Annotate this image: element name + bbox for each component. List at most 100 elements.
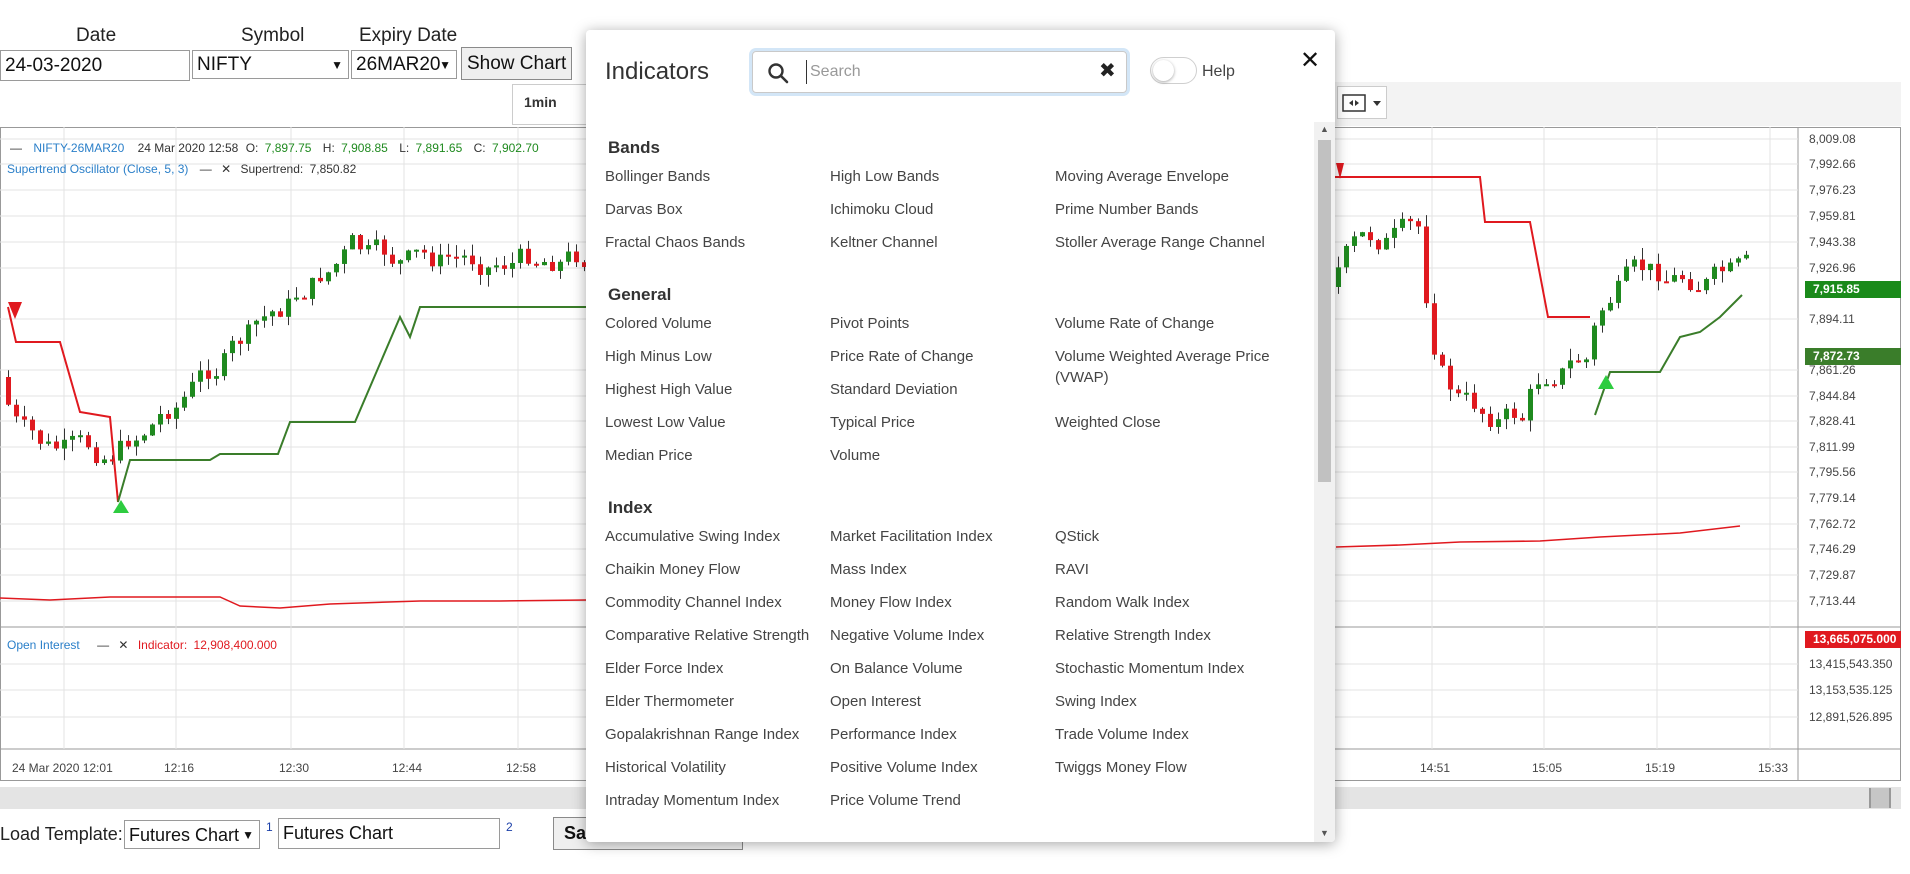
indicator-item[interactable]: Historical Volatility (605, 757, 825, 778)
indicator-item[interactable]: Price Rate of Change (830, 346, 1050, 367)
time-tick-label: 12:44 (392, 761, 422, 775)
candle-body (486, 267, 491, 275)
candle-body (1488, 413, 1493, 427)
close-icon[interactable]: ✕ (1300, 46, 1320, 74)
indicator-item[interactable]: Volume Rate of Change (1055, 313, 1275, 334)
chart-scroll-thumb[interactable] (1869, 788, 1891, 808)
indicator-item[interactable]: Darvas Box (605, 199, 825, 220)
indicator-item[interactable]: Standard Deviation (830, 379, 1050, 400)
date-input[interactable]: 24-03-2020 (0, 50, 190, 81)
oi-minimize-icon[interactable]: — (97, 638, 109, 652)
candle-body (1696, 290, 1701, 293)
scroll-down-icon[interactable]: ▼ (1320, 828, 1329, 838)
oi-label[interactable]: Open Interest (7, 638, 80, 652)
clear-search-icon[interactable]: ✖ (1099, 58, 1116, 82)
indicator-item[interactable]: Chaikin Money Flow (605, 559, 825, 580)
indicator-item[interactable]: Market Facilitation Index (830, 526, 1050, 547)
time-tick-label: 12:16 (164, 761, 194, 775)
indicator-item[interactable]: Comparative Relative Strength (605, 625, 825, 646)
indicator-item[interactable]: Colored Volume (605, 313, 825, 334)
indicator-item[interactable]: Twiggs Money Flow (1055, 757, 1275, 778)
study-minimize-icon[interactable]: — (200, 162, 212, 176)
indicator-item[interactable]: Positive Volume Index (830, 757, 1050, 778)
indicator-item[interactable]: Intraday Momentum Index (605, 790, 825, 811)
indicator-item[interactable]: Commodity Channel Index (605, 592, 825, 613)
indicator-item[interactable]: Negative Volume Index (830, 625, 1050, 646)
template-select[interactable]: Futures Chart ▼ (124, 820, 260, 849)
candle-body (126, 440, 131, 447)
indicator-item[interactable]: Highest High Value (605, 379, 825, 400)
indicator-item[interactable]: Stochastic Momentum Index (1055, 658, 1275, 679)
study-label[interactable]: Supertrend Oscillator (Close, 5, 3) (7, 162, 188, 176)
indicator-item[interactable]: Prime Number Bands (1055, 199, 1275, 220)
indicator-item[interactable]: Mass Index (830, 559, 1050, 580)
symbol-select[interactable]: NIFTY ▼ (192, 50, 349, 79)
expiry-select[interactable]: 26MAR20 ▼ (351, 50, 457, 79)
indicator-item[interactable]: Weighted Close (1055, 412, 1275, 433)
indicator-item[interactable]: Bollinger Bands (605, 166, 825, 187)
indicator-item[interactable]: Typical Price (830, 412, 1050, 433)
template-footnote-1: 1 (266, 820, 273, 834)
dialog-scroll-thumb[interactable] (1318, 140, 1331, 482)
indicator-item[interactable]: QStick (1055, 526, 1275, 547)
indicator-item[interactable]: Price Volume Trend (830, 790, 1050, 811)
price-tick-label: 7,762.72 (1809, 517, 1856, 531)
candle-body (1512, 408, 1517, 418)
indicator-item[interactable]: Elder Force Index (605, 658, 825, 679)
indicator-item[interactable]: Volume Weighted Average Price (VWAP) (1055, 346, 1275, 388)
candle-body (1624, 266, 1629, 281)
price-tick-label: 7,746.29 (1809, 542, 1856, 556)
candle-body (534, 263, 539, 266)
indicator-item[interactable]: Random Walk Index (1055, 592, 1275, 613)
candle-body (1672, 275, 1677, 282)
supertrend-up-line (1594, 294, 1743, 416)
candle-body (430, 252, 435, 267)
candle-body (174, 407, 179, 419)
indicator-item[interactable]: On Balance Volume (830, 658, 1050, 679)
indicator-item[interactable]: Gopalakrishnan Range Index (605, 724, 825, 745)
indicator-item[interactable]: Relative Strength Index (1055, 625, 1275, 646)
indicator-item[interactable]: RAVI (1055, 559, 1275, 580)
indicator-item[interactable]: Performance Index (830, 724, 1050, 745)
oi-remove-icon[interactable]: ✕ (118, 638, 128, 652)
indicator-item[interactable]: Median Price (605, 445, 825, 466)
supertrend-up-line (117, 306, 586, 503)
expiry-label: Expiry Date (359, 25, 458, 46)
indicator-item[interactable]: Ichimoku Cloud (830, 199, 1050, 220)
candle-body (342, 249, 347, 264)
search-input[interactable] (806, 60, 1076, 84)
indicator-item[interactable]: High Low Bands (830, 166, 1050, 187)
chevron-down-icon: ▼ (331, 58, 343, 72)
candle-body (1648, 263, 1653, 271)
candle-body (574, 251, 579, 263)
indicator-item[interactable]: Accumulative Swing Index (605, 526, 825, 547)
candle-body (134, 440, 139, 447)
toggle-knob (1153, 60, 1174, 81)
scroll-up-icon[interactable]: ▲ (1320, 124, 1329, 134)
indicator-item[interactable]: Elder Thermometer (605, 691, 825, 712)
show-chart-button[interactable]: Show Chart (461, 47, 573, 80)
indicator-item[interactable]: Pivot Points (830, 313, 1050, 334)
indicator-item[interactable]: Money Flow Index (830, 592, 1050, 613)
candle-body (382, 239, 387, 255)
search-box[interactable]: ✖ (752, 51, 1127, 93)
candle-body (1472, 392, 1477, 409)
indicator-item[interactable]: Open Interest (830, 691, 1050, 712)
indicator-item[interactable]: Fractal Chaos Bands (605, 232, 825, 253)
price-tick-label: 7,729.87 (1809, 568, 1856, 582)
help-toggle[interactable] (1150, 57, 1197, 84)
candle-body (1728, 262, 1733, 272)
indicator-item[interactable]: Swing Index (1055, 691, 1275, 712)
indicator-item[interactable]: High Minus Low (605, 346, 825, 367)
indicator-item[interactable]: Stoller Average Range Channel (1055, 232, 1275, 253)
indicator-item[interactable]: Keltner Channel (830, 232, 1050, 253)
indicator-item[interactable]: Lowest Low Value (605, 412, 825, 433)
study-remove-icon[interactable]: ✕ (221, 162, 231, 176)
indicator-item[interactable]: Moving Average Envelope (1055, 166, 1275, 187)
indicator-item[interactable]: Volume (830, 445, 1050, 466)
interval-select[interactable]: 1min (512, 84, 592, 125)
dialog-scrollbar[interactable]: ▲ ▼ (1314, 122, 1335, 842)
template-name-input[interactable]: Futures Chart (278, 818, 500, 849)
indicator-item[interactable]: Trade Volume Index (1055, 724, 1275, 745)
fit-screen-button[interactable] (1337, 86, 1387, 119)
